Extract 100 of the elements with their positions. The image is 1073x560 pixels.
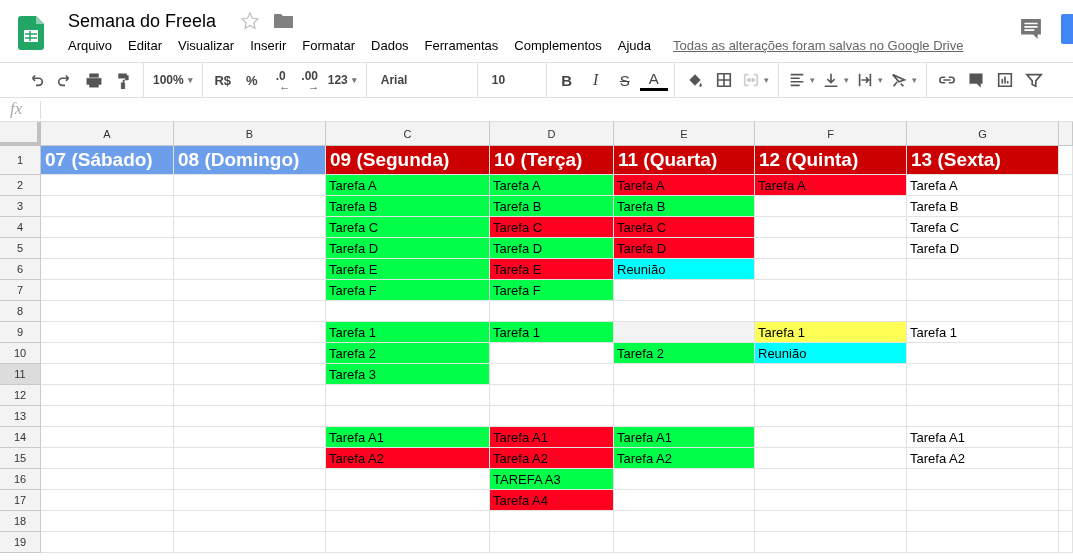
table-cell[interactable]: Tarefa A [490, 175, 614, 196]
text-wrap-button[interactable]: ▾ [852, 67, 886, 93]
table-cell[interactable] [1059, 238, 1073, 259]
table-cell[interactable] [755, 385, 907, 406]
table-cell[interactable] [1059, 511, 1073, 532]
table-cell[interactable] [1059, 196, 1073, 217]
row-header[interactable]: 6 [0, 259, 41, 280]
table-cell[interactable] [907, 490, 1059, 511]
table-cell[interactable] [41, 322, 174, 343]
row-header[interactable]: 19 [0, 532, 41, 553]
decimal-button[interactable]: .00 → [295, 67, 324, 93]
menu-item[interactable]: Inserir [250, 38, 303, 53]
table-cell[interactable] [755, 532, 907, 553]
table-cell[interactable]: Tarefa A [907, 175, 1059, 196]
row-header[interactable]: 11 [0, 364, 41, 385]
table-cell[interactable]: Tarefa B [326, 196, 490, 217]
align-left-button[interactable]: ▾ [784, 67, 818, 93]
bold-button[interactable]: B [552, 67, 581, 93]
table-cell[interactable] [614, 280, 755, 301]
table-cell[interactable]: Tarefa C [490, 217, 614, 238]
strikethrough-button[interactable]: S [610, 67, 639, 93]
table-cell[interactable]: Tarefa A1 [907, 427, 1059, 448]
folder-icon[interactable] [274, 13, 295, 29]
table-cell[interactable] [41, 196, 174, 217]
table-cell[interactable] [614, 532, 755, 553]
table-cell[interactable] [174, 385, 326, 406]
table-cell[interactable]: TAREFA A3 [490, 469, 614, 490]
format-button[interactable]: R$ [208, 67, 237, 93]
table-cell[interactable] [755, 448, 907, 469]
table-cell[interactable] [41, 385, 174, 406]
table-cell[interactable] [1059, 259, 1073, 280]
table-cell[interactable] [755, 406, 907, 427]
table-cell[interactable]: Tarefa B [907, 196, 1059, 217]
table-cell[interactable]: Reunião [614, 259, 755, 280]
table-cell[interactable] [755, 238, 907, 259]
table-cell[interactable] [490, 511, 614, 532]
row-header[interactable]: 18 [0, 511, 41, 532]
table-cell[interactable] [41, 280, 174, 301]
spreadsheet-logo-icon[interactable] [18, 16, 44, 50]
table-cell[interactable]: 10 (Terça) [490, 146, 614, 175]
document-title[interactable]: Semana do Freela [68, 10, 217, 32]
format-button[interactable]: % [237, 67, 266, 93]
save-status-link[interactable]: Todas as alterações foram salvas no Google Drive [673, 38, 964, 53]
table-cell[interactable]: Tarefa 1 [755, 322, 907, 343]
table-cell[interactable] [41, 238, 174, 259]
table-cell[interactable] [614, 469, 755, 490]
table-cell[interactable]: 12 (Quinta) [755, 146, 907, 175]
table-cell[interactable] [1059, 532, 1073, 553]
table-cell[interactable]: Tarefa A2 [907, 448, 1059, 469]
table-cell[interactable]: Tarefa B [490, 196, 614, 217]
table-cell[interactable] [755, 490, 907, 511]
table-cell[interactable] [614, 364, 755, 385]
table-cell[interactable] [41, 301, 174, 322]
column-header[interactable]: G [907, 122, 1059, 146]
table-cell[interactable] [174, 301, 326, 322]
row-header[interactable]: 14 [0, 427, 41, 448]
menu-item[interactable]: Visualizar [178, 38, 251, 53]
table-cell[interactable] [41, 343, 174, 364]
table-cell[interactable]: Tarefa C [326, 217, 490, 238]
column-header[interactable]: F [755, 122, 907, 146]
table-cell[interactable] [326, 385, 490, 406]
table-cell[interactable] [1059, 343, 1073, 364]
menu-item[interactable]: Ajuda [617, 38, 667, 53]
table-cell[interactable] [614, 385, 755, 406]
row-header[interactable]: 4 [0, 217, 41, 238]
table-cell[interactable] [1059, 448, 1073, 469]
table-cell[interactable] [174, 469, 326, 490]
row-header[interactable]: 8 [0, 301, 41, 322]
table-cell[interactable]: 11 (Quarta) [614, 146, 755, 175]
table-cell[interactable]: Tarefa E [326, 259, 490, 280]
table-cell[interactable] [755, 469, 907, 490]
table-cell[interactable] [41, 364, 174, 385]
align-bottom-button[interactable]: ▾ [818, 67, 852, 93]
table-cell[interactable] [41, 259, 174, 280]
table-cell[interactable]: Reunião [755, 343, 907, 364]
table-cell[interactable]: 09 (Segunda) [326, 146, 490, 175]
table-cell[interactable]: Tarefa D [490, 238, 614, 259]
table-cell[interactable] [755, 217, 907, 238]
table-cell[interactable]: Tarefa F [326, 280, 490, 301]
table-cell[interactable] [614, 490, 755, 511]
row-header[interactable]: 15 [0, 448, 41, 469]
table-cell[interactable] [1059, 427, 1073, 448]
row-header[interactable]: 3 [0, 196, 41, 217]
table-cell[interactable] [41, 532, 174, 553]
decimal-button[interactable]: .0 ← [266, 67, 295, 93]
row-header[interactable]: 10 [0, 343, 41, 364]
table-cell[interactable] [41, 175, 174, 196]
table-cell[interactable] [174, 406, 326, 427]
table-cell[interactable]: Tarefa F [490, 280, 614, 301]
column-header[interactable]: B [174, 122, 326, 146]
table-cell[interactable] [1059, 364, 1073, 385]
table-cell[interactable] [755, 196, 907, 217]
table-cell[interactable] [41, 469, 174, 490]
table-cell[interactable] [41, 217, 174, 238]
table-cell[interactable] [907, 385, 1059, 406]
row-header[interactable]: 12 [0, 385, 41, 406]
menu-item[interactable]: Complementos [514, 38, 618, 53]
table-cell[interactable] [1059, 469, 1073, 490]
table-cell[interactable] [907, 301, 1059, 322]
table-cell[interactable] [490, 532, 614, 553]
